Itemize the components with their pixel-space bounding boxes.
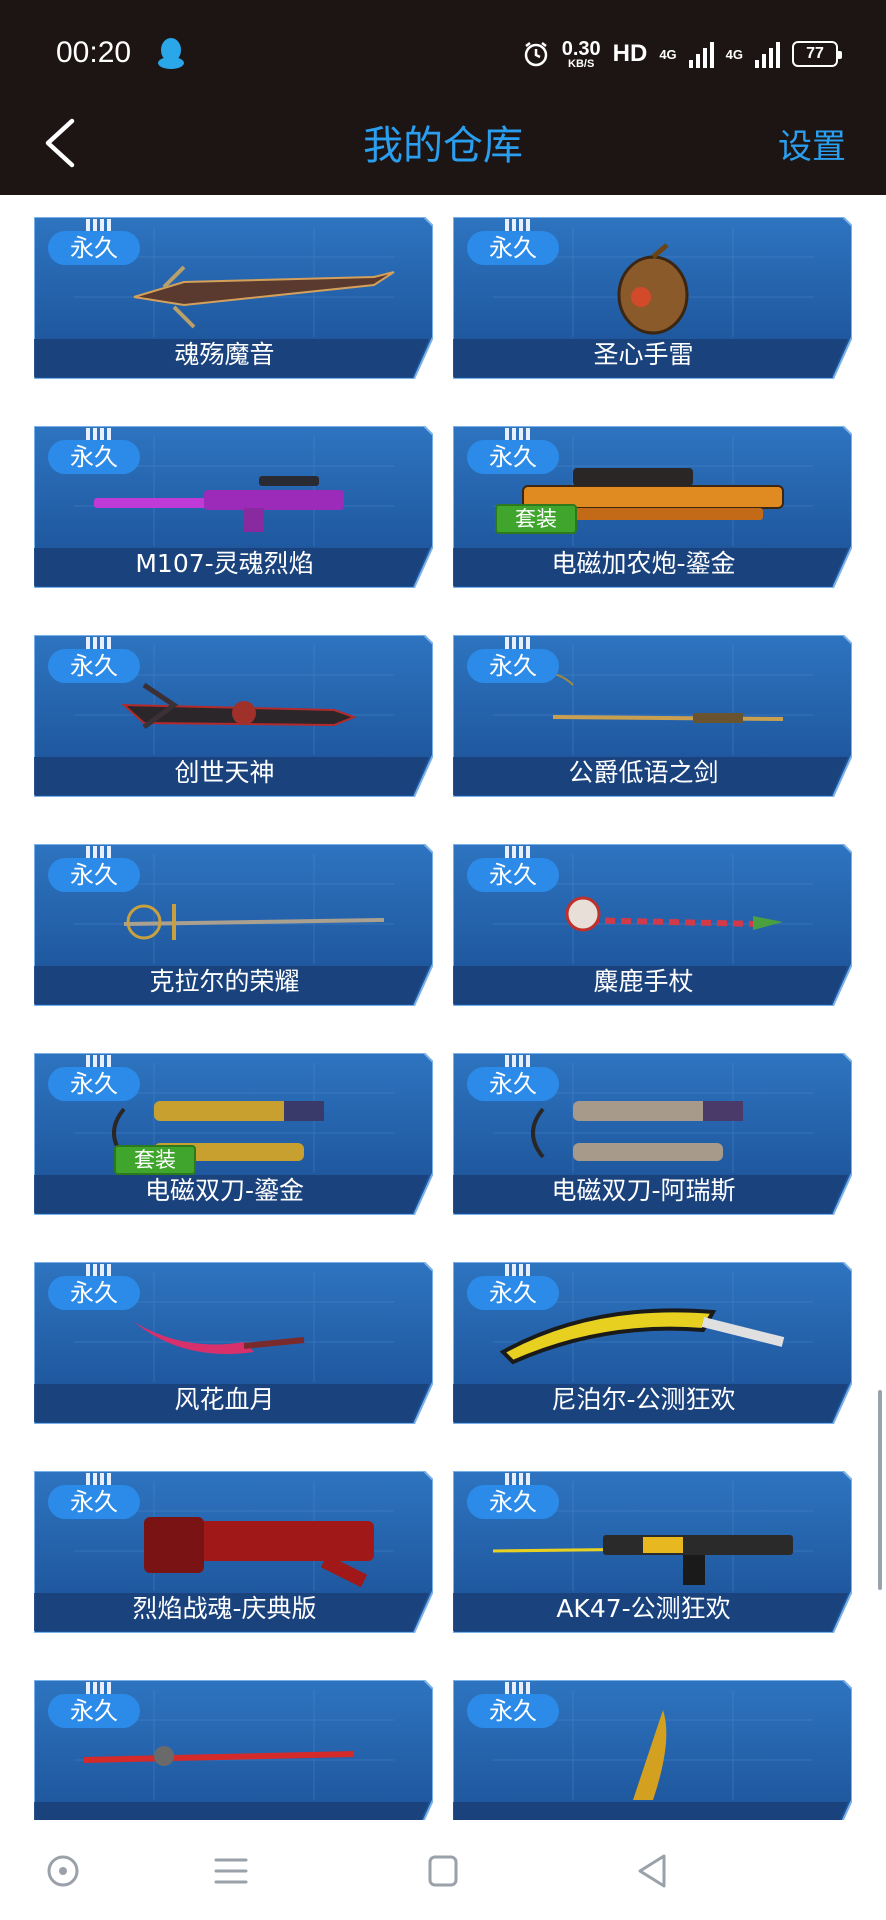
card-tab-marker	[86, 1264, 112, 1276]
card-tab-marker	[86, 219, 112, 231]
item-name: 克拉尔的荣耀	[149, 967, 300, 996]
warehouse-item-card[interactable]: 永久套装 电磁双刀-鎏金	[34, 1053, 433, 1215]
item-name	[40, 1800, 409, 1820]
battery-level: 77	[806, 45, 824, 62]
item-name: 电磁双刀-阿瑞斯	[551, 1176, 736, 1205]
item-name: 电磁双刀-鎏金	[144, 1176, 305, 1205]
item-name: 风花血月	[174, 1385, 275, 1414]
network-speed: 0.30 KB/S	[562, 39, 601, 70]
speed-unit: KB/S	[568, 57, 595, 70]
page-header: 我的仓库 设置	[0, 105, 886, 195]
square-icon[interactable]	[418, 1846, 468, 1896]
permanent-badge: 永久	[48, 1485, 140, 1519]
permanent-badge: 永久	[48, 1694, 140, 1728]
warehouse-item-card[interactable]: 永久	[34, 1680, 433, 1820]
system-nav-bar	[0, 1820, 886, 1920]
card-tab-marker	[505, 428, 531, 440]
status-bar: 00:20 0.30 KB/S HD 4G 4G 77	[0, 0, 886, 105]
circle-dot-icon[interactable]	[38, 1846, 88, 1896]
warehouse-item-card[interactable]: 永久电磁双刀-阿瑞斯	[453, 1053, 852, 1215]
warehouse-item-card[interactable]: 永久公爵低语之剑	[453, 635, 852, 797]
permanent-badge: 永久	[467, 1485, 559, 1519]
top-bar: 00:20 0.30 KB/S HD 4G 4G 77 我的仓库 设置	[0, 0, 886, 195]
item-name: AK47-公测狂欢	[556, 1594, 731, 1623]
permanent-badge: 永久	[467, 440, 559, 474]
card-tab-marker	[505, 846, 531, 858]
permanent-badge: 永久	[48, 858, 140, 892]
qq-penguin-icon	[158, 38, 184, 69]
clock: 00:20	[56, 36, 132, 69]
item-name: 麋鹿手杖	[593, 967, 694, 996]
permanent-badge: 永久	[48, 649, 140, 683]
card-tab-marker	[86, 1473, 112, 1485]
item-name	[459, 1800, 828, 1820]
card-tab-marker	[505, 1682, 531, 1694]
scrollbar[interactable]	[878, 1390, 882, 1590]
item-name: M107-灵魂烈焰	[135, 549, 314, 578]
network-type-1: 4G	[659, 46, 677, 62]
alarm-icon	[524, 42, 547, 67]
card-tab-marker	[505, 1473, 531, 1485]
permanent-badge: 永久	[48, 1067, 140, 1101]
signal-bars-icon	[755, 40, 780, 68]
permanent-badge: 永久	[467, 858, 559, 892]
warehouse-item-card[interactable]: 永久 AK47-公测狂欢	[453, 1471, 852, 1633]
warehouse-item-card[interactable]: 永久	[453, 1680, 852, 1820]
warehouse-item-card[interactable]: 永久烈焰战魂-庆典版	[34, 1471, 433, 1633]
item-name: 尼泊尔-公测狂欢	[551, 1385, 736, 1414]
item-grid: 永久 魂殇魔音 永久 圣心手雷 永久 M107-灵魂烈焰 永久 套装 电磁加农炮-鎏金 永久 创世天…	[0, 195, 886, 1820]
card-tab-marker	[505, 1264, 531, 1276]
app-window: 00:20 0.30 KB/S HD 4G 4G 77 我的仓库 设置 永久 魂…	[0, 0, 886, 1920]
permanent-badge: 永久	[467, 1067, 559, 1101]
permanent-badge: 永久	[48, 231, 140, 265]
card-tab-marker	[86, 428, 112, 440]
warehouse-item-card[interactable]: 永久魂殇魔音	[34, 217, 433, 379]
warehouse-item-card[interactable]: 永久克拉尔的荣耀	[34, 844, 433, 1006]
menu-icon[interactable]	[206, 1846, 256, 1896]
permanent-badge: 永久	[467, 1694, 559, 1728]
card-tab-marker	[505, 219, 531, 231]
card-tab-marker	[86, 846, 112, 858]
permanent-badge: 永久	[467, 231, 559, 265]
warehouse-item-card[interactable]: 永久 M107-灵魂烈焰	[34, 426, 433, 588]
card-tab-marker	[505, 1055, 531, 1067]
warehouse-item-card[interactable]: 永久圣心手雷	[453, 217, 852, 379]
card-tab-marker	[86, 1682, 112, 1694]
triangle-back-icon[interactable]	[628, 1846, 678, 1896]
item-name: 烈焰战魂-庆典版	[132, 1594, 317, 1623]
permanent-badge: 永久	[48, 440, 140, 474]
item-name: 创世天神	[174, 758, 275, 787]
warehouse-item-card[interactable]: 永久尼泊尔-公测狂欢	[453, 1262, 852, 1424]
card-tab-marker	[86, 637, 112, 649]
item-name: 公爵低语之剑	[568, 758, 719, 787]
status-icons: 0.30 KB/S HD 4G 4G 77	[522, 34, 842, 74]
warehouse-item-card[interactable]: 永久套装电磁加农炮-鎏金	[453, 426, 852, 588]
item-name: 魂殇魔音	[174, 340, 275, 369]
card-tab-marker	[505, 637, 531, 649]
suit-badge: 套装	[114, 1145, 196, 1175]
card-tab-marker	[86, 1055, 112, 1067]
speed-value: 0.30	[561, 37, 601, 60]
permanent-badge: 永久	[467, 649, 559, 683]
warehouse-item-card[interactable]: 永久风花血月	[34, 1262, 433, 1424]
hd-label: HD	[612, 40, 648, 67]
signal-bars-icon	[688, 40, 714, 68]
network-type-2: 4G	[725, 46, 743, 62]
permanent-badge: 永久	[467, 1276, 559, 1310]
permanent-badge: 永久	[48, 1276, 140, 1310]
settings-button[interactable]: 设置	[778, 119, 846, 168]
battery-icon: 77	[792, 41, 842, 67]
suit-badge: 套装	[495, 504, 577, 534]
page-title: 我的仓库	[363, 123, 523, 169]
warehouse-item-card[interactable]: 永久创世天神	[34, 635, 433, 797]
item-name: 圣心手雷	[593, 340, 694, 369]
warehouse-item-card[interactable]: 永久麋鹿手杖	[453, 844, 852, 1006]
item-name: 电磁加农炮-鎏金	[551, 549, 736, 578]
